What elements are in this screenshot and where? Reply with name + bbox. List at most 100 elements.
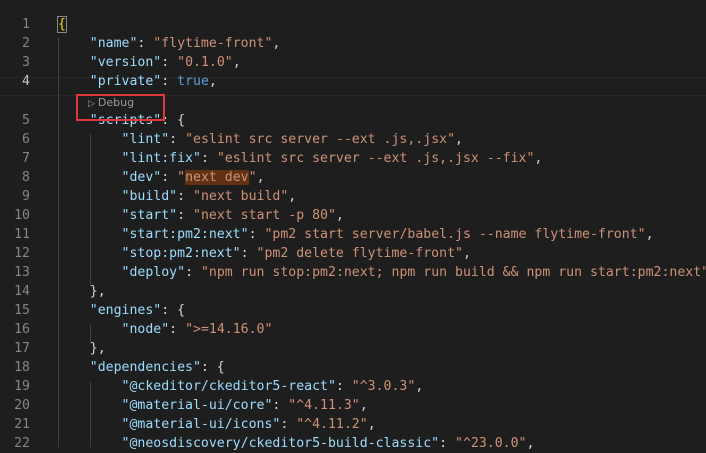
code-token: "^23.0.0" (455, 436, 527, 451)
code-token: "version" (89, 55, 162, 70)
code-token: "pm2 delete flytime-front" (256, 246, 463, 261)
code-token: "^4.11.3" (288, 398, 360, 413)
code-token: next dev (185, 170, 249, 185)
line-number: 21 (14, 417, 30, 432)
code-token: , (534, 151, 543, 166)
code-token: : (169, 322, 186, 337)
code-token: , (367, 417, 376, 432)
code-token: , (288, 189, 297, 204)
code-token: { (57, 16, 67, 33)
line-number: 5 (22, 113, 30, 128)
code-token: : (248, 227, 265, 242)
code-token: "@ckeditor/ckeditor5-react" (121, 379, 336, 394)
code-token: , (415, 379, 424, 394)
code-editor[interactable]: 1 {2 "name": "flytime-front", 3 "version":… (0, 0, 706, 451)
code-token: "node" (121, 322, 170, 337)
code-token: : (280, 417, 297, 432)
line-number: 1 (22, 17, 30, 32)
code-token: true (177, 74, 209, 89)
code-token: : (200, 151, 217, 166)
line-number: 20 (14, 398, 30, 413)
line-number: 19 (14, 379, 30, 394)
code-line[interactable]: "deploy": "npm run stop:pm2:next; npm ru… (58, 263, 706, 282)
code-token: , (455, 132, 463, 147)
code-token: "0.1.0" (177, 55, 233, 70)
code-token: , (462, 246, 471, 261)
code-token: "^3.0.3" (351, 379, 416, 394)
code-token: "start" (121, 208, 178, 223)
line-number: 9 (22, 189, 30, 204)
code-token: , (645, 227, 654, 242)
code-token: "eslint src server --ext .js,.jsx" (185, 132, 456, 147)
code-token: "next build" (193, 189, 289, 204)
code-token: }, (58, 284, 106, 299)
code-line[interactable]: "lint": "eslint src server --ext .js,.js… (58, 130, 463, 149)
annotation-highlight-box (76, 94, 165, 121)
line-number: 7 (22, 151, 30, 166)
code-line[interactable]: "@ckeditor/ckeditor5-react": "^3.0.3", (58, 377, 424, 396)
code-token: "private" (89, 74, 162, 89)
code-token: : (272, 398, 289, 413)
code-token: , (272, 36, 281, 51)
code-line[interactable]: "lint:fix": "eslint src server --ext .js… (58, 149, 543, 168)
code-token: , (335, 208, 344, 223)
code-token: : (161, 74, 178, 89)
code-token: "dependencies" (89, 360, 201, 375)
code-line[interactable]: "stop:pm2:next": "pm2 delete flytime-fro… (58, 244, 471, 263)
code-token: : (240, 246, 257, 261)
code-token: "eslint src server --ext .js,.jsx --fix" (216, 151, 535, 166)
code-token: "flytime-front" (153, 36, 273, 51)
code-token: : (185, 265, 201, 280)
code-token: " (248, 170, 257, 185)
code-line[interactable]: "dev": "next dev", (58, 168, 265, 187)
code-token: , (526, 436, 535, 451)
line-number: 14 (14, 284, 30, 299)
code-line[interactable]: "name": "flytime-front", (58, 34, 281, 53)
code-token: "stop:pm2:next" (121, 246, 241, 261)
code-token: "pm2 start server/babel.js --name flytim… (264, 227, 646, 242)
line-number: 17 (14, 341, 30, 356)
code-token: , (208, 74, 217, 89)
code-line[interactable]: "@neosdiscovery/ckeditor5-build-classic"… (58, 434, 535, 453)
code-token: "@material-ui/icons" (121, 417, 281, 432)
code-line[interactable]: "@material-ui/core": "^4.11.3", (58, 396, 368, 415)
indent-guide (90, 325, 91, 344)
indent-guide (58, 38, 59, 447)
line-number: 22 (14, 436, 30, 451)
code-line[interactable]: }, (58, 282, 106, 301)
code-token: : (161, 55, 178, 70)
code-token: "@material-ui/core" (121, 398, 273, 413)
code-token: "deploy" (121, 265, 186, 280)
code-line[interactable]: "build": "next build", (58, 187, 297, 206)
code-token: "dev" (121, 170, 162, 185)
code-line[interactable]: "engines": { (58, 301, 185, 320)
code-line[interactable]: }, (58, 339, 106, 358)
code-line[interactable]: "@material-ui/icons": "^4.11.2", (58, 415, 376, 434)
code-token: : (161, 170, 178, 185)
code-line[interactable]: "private": true, (58, 72, 217, 91)
code-line[interactable]: "start": "next start -p 80", (58, 206, 344, 225)
code-line[interactable]: { (57, 15, 67, 34)
code-token: , (256, 170, 265, 185)
code-token: : (177, 189, 193, 204)
code-token: "build" (121, 189, 178, 204)
code-token: : (439, 436, 456, 451)
code-line[interactable]: "start:pm2:next": "pm2 start server/babe… (58, 225, 654, 244)
code-token: : (335, 379, 352, 394)
indent-guide (90, 134, 91, 287)
code-token: "next start -p 80" (193, 208, 336, 223)
code-line[interactable]: "version": "0.1.0", (58, 53, 241, 72)
code-token: "name" (89, 36, 138, 51)
line-number: 13 (14, 265, 30, 280)
code-token: , (232, 55, 241, 70)
code-token: "@neosdiscovery/ckeditor5-build-classic" (121, 436, 440, 451)
code-token: : { (200, 360, 225, 375)
code-line[interactable]: "dependencies": { (58, 358, 225, 377)
line-number: 15 (14, 303, 30, 318)
code-token: "npm run stop:pm2:next; npm run build &&… (200, 265, 706, 280)
code-token: : (137, 36, 154, 51)
